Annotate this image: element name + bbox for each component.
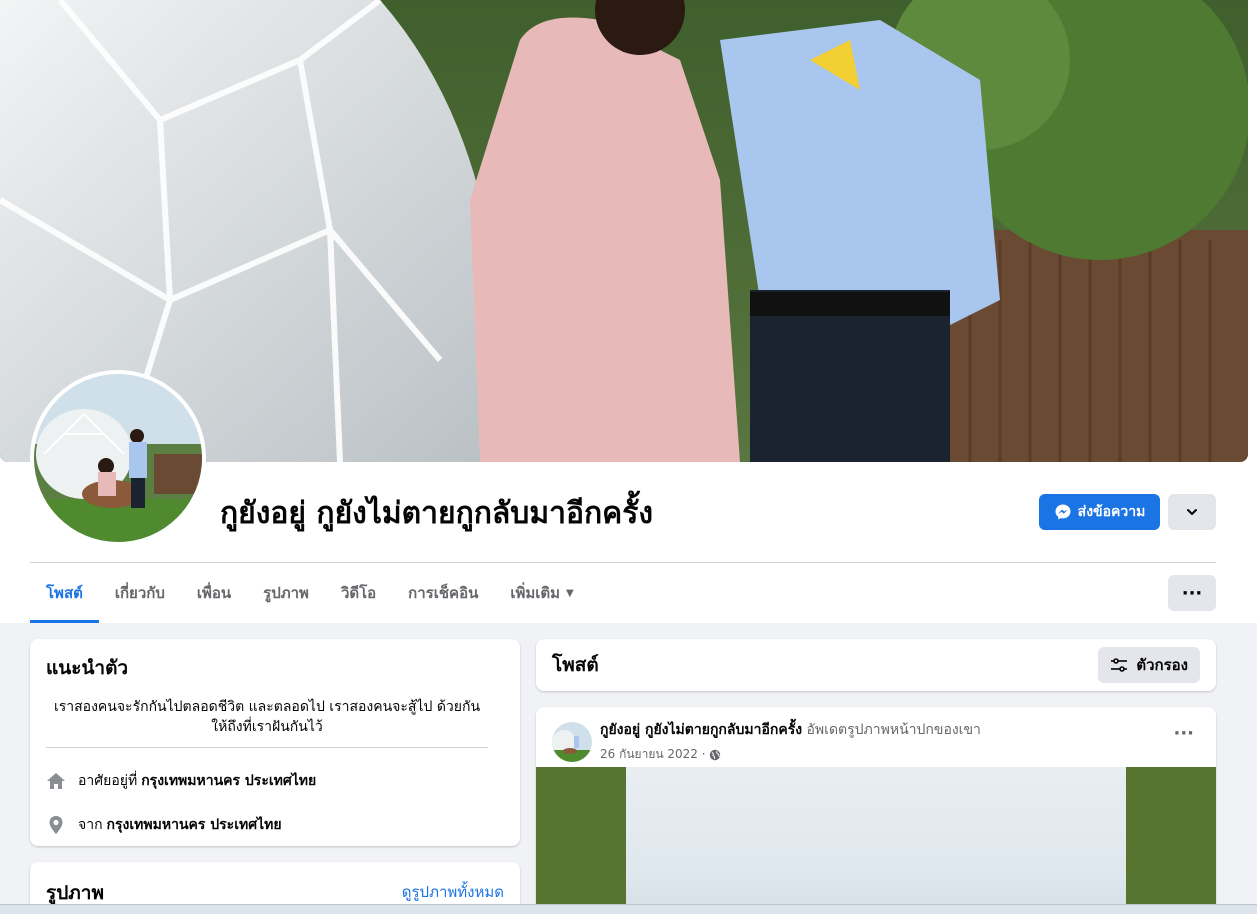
profile-tabs: โพสต์ เกี่ยวกับ เพื่อน รูปภาพ วิดีโอ การ… <box>30 563 590 623</box>
profile-avatar[interactable] <box>30 370 206 546</box>
post-meta-line: กูยังอยู่ กูยังไม่ตายกูกลับมาอีกครั้ง อั… <box>600 719 981 741</box>
from-prefix: จาก <box>78 817 103 833</box>
globe-icon <box>709 749 720 760</box>
lives-in-link[interactable]: กรุงเทพมหานคร ประเทศไทย <box>141 770 316 792</box>
from-link[interactable]: กรุงเทพมหานคร ประเทศไทย <box>107 814 282 836</box>
tab-posts[interactable]: โพสต์ <box>30 563 99 623</box>
more-options-button[interactable]: ··· <box>1168 575 1216 611</box>
tab-label: โพสต์ <box>46 584 83 602</box>
tab-friends[interactable]: เพื่อน <box>181 563 247 623</box>
tab-about[interactable]: เกี่ยวกับ <box>99 563 181 623</box>
tab-photos[interactable]: รูปภาพ <box>247 563 325 623</box>
tab-label: รูปภาพ <box>263 584 309 602</box>
tab-label: เพิ่มเติม <box>510 584 561 602</box>
tab-label: เพื่อน <box>196 584 232 602</box>
send-message-label: ส่งข้อความ <box>1077 504 1146 520</box>
send-message-button[interactable]: ส่งข้อความ <box>1039 494 1160 530</box>
post-date-row: 26 กันยายน 2022 · <box>600 745 981 764</box>
cover-photo-image <box>0 0 1248 462</box>
lives-in-prefix: อาศัยอยู่ที่ <box>78 773 138 789</box>
post-card: กูยังอยู่ กูยังไม่ตายกูกลับมาอีกครั้ง อั… <box>536 707 1216 914</box>
cover-photo[interactable] <box>0 0 1248 462</box>
intro-card: แนะนำตัว เราสองคนจะรักกันไปตลอดชีวิต และ… <box>30 639 520 846</box>
post-options-button[interactable]: ··· <box>1173 723 1194 744</box>
post-author-avatar-image <box>552 721 592 762</box>
post-image-sky <box>626 767 1126 914</box>
posts-header-card: โพสต์ ตัวกรอง <box>536 639 1216 691</box>
profile-header: กูยังอยู่ กูยังไม่ตายกูกลับมาอีกครั้ง ส่… <box>0 0 1257 623</box>
chevron-down-icon <box>1187 509 1197 515</box>
post-date[interactable]: 26 กันยายน 2022 · <box>600 745 706 764</box>
tab-checkins[interactable]: การเช็คอิน <box>392 563 494 623</box>
profile-avatar-image <box>34 374 202 542</box>
post-image[interactable] <box>536 767 1216 914</box>
home-icon <box>46 771 66 791</box>
profile-options-button[interactable] <box>1168 494 1216 530</box>
filter-button[interactable]: ตัวกรอง <box>1098 647 1200 683</box>
messenger-icon <box>1055 504 1071 520</box>
intro-title: แนะนำตัว <box>46 657 129 679</box>
filter-label: ตัวกรอง <box>1136 656 1188 674</box>
tab-label: วิดีโอ <box>340 584 377 602</box>
post-header: กูยังอยู่ กูยังไม่ตายกูกลับมาอีกครั้ง อั… <box>552 719 981 764</box>
tab-videos[interactable]: วิดีโอ <box>325 563 392 623</box>
lives-in-row: อาศัยอยู่ที่ กรุงเทพมหานคร ประเทศไทย <box>46 770 504 792</box>
from-row: จาก กรุงเทพมหานคร ประเทศไทย <box>46 814 504 836</box>
caret-down-icon: ▼ <box>566 587 574 599</box>
posts-title: โพสต์ <box>552 654 599 676</box>
filter-icon <box>1111 658 1128 672</box>
post-author-avatar[interactable] <box>552 721 592 762</box>
intro-bio: เราสองคนจะรักกันไปตลอดชีวิต และตลอดไป เร… <box>46 697 488 748</box>
tab-label: เกี่ยวกับ <box>114 584 165 602</box>
post-action-text: อัพเดตรูปภาพหน้าปกของเขา <box>806 722 981 738</box>
post-meta: กูยังอยู่ กูยังไม่ตายกูกลับมาอีกครั้ง อั… <box>600 719 981 764</box>
profile-name: กูยังอยู่ กูยังไม่ตายกูกลับมาอีกครั้ง <box>220 496 653 531</box>
os-taskbar <box>0 904 1257 914</box>
location-pin-icon <box>46 815 66 835</box>
tab-more[interactable]: เพิ่มเติม ▼ <box>494 563 589 623</box>
tab-label: การเช็คอิน <box>408 584 479 602</box>
post-author-name[interactable]: กูยังอยู่ กูยังไม่ตายกูกลับมาอีกครั้ง <box>600 722 802 738</box>
